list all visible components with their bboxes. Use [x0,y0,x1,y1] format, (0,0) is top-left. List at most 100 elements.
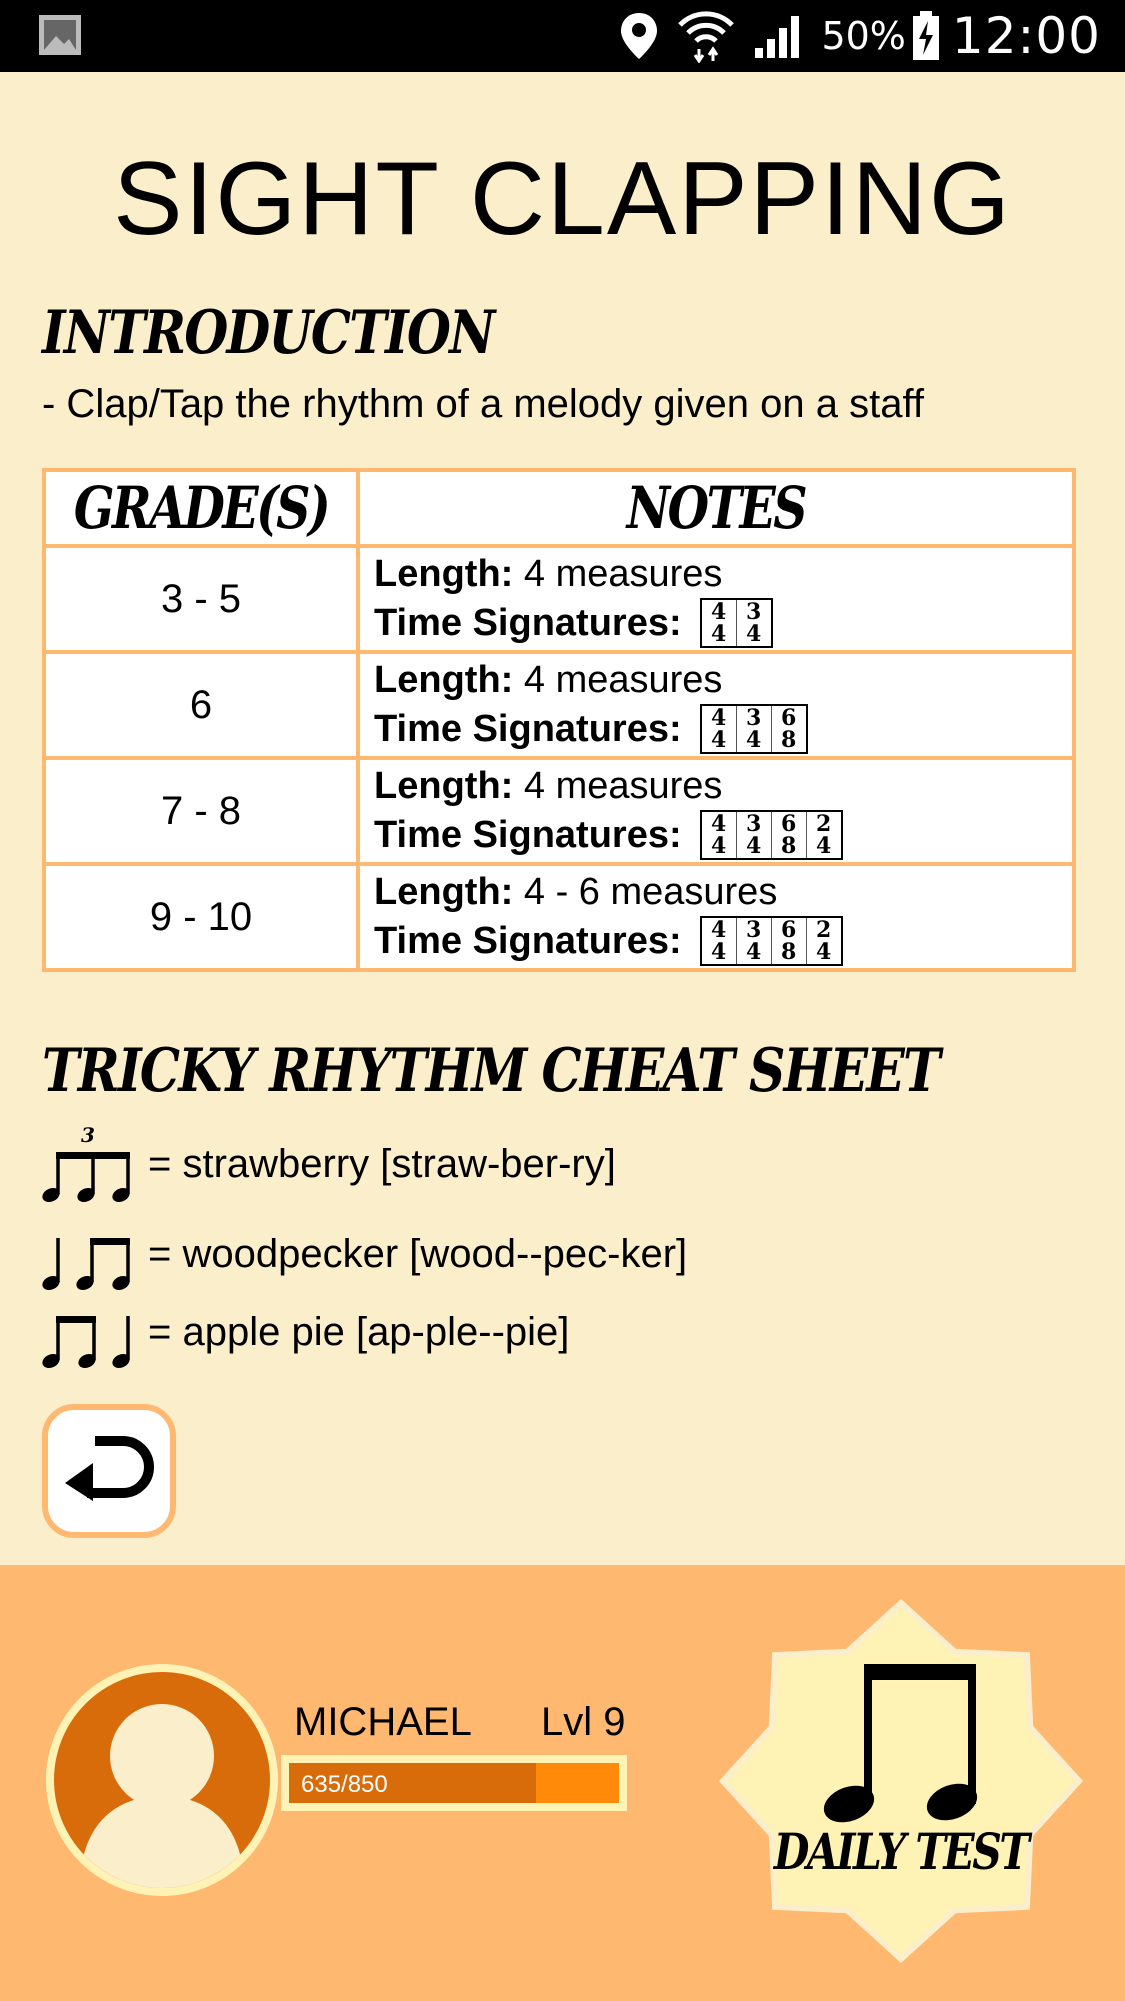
daily-test-badge [718,1598,1084,1964]
battery-icon [912,11,940,60]
time-signature-top: 6 [780,811,797,837]
daily-test-button[interactable] [718,1598,1084,1964]
length-value: 4 measures [523,765,723,807]
time-signature-bottom: 4 [815,939,832,965]
back-button[interactable] [42,1404,176,1538]
table-row: 6 Length: 4 measures Time Signatures: 4 4 3 4 6… [41,650,1076,760]
notes-cell: Length: 4 measures Time Signatures: 4 4 3 4 6 8 [356,650,1076,760]
clock: 12:00 [951,7,1101,65]
time-signature-label: Time Signatures: [374,708,682,750]
time-signature: 68 [770,811,806,859]
length-line: Length: 4 measures [374,762,1072,810]
grade-cell: 3 - 5 [41,544,361,654]
notes-column-header: NOTES [356,468,1076,548]
introduction-text: - Clap/Tap the rhythm of a melody given … [42,382,924,426]
gallery-icon [39,15,81,55]
time-signature-top: 3 [745,811,762,837]
time-signature-line: Time Signatures: 4 4 3 4 [374,598,1072,648]
time-signature-top: 2 [815,917,832,943]
time-signature: 34 [735,917,771,965]
avatar[interactable] [46,1664,278,1896]
user-silhouette-icon [80,1704,244,1888]
time-signature-bottom: 4 [745,939,762,965]
time-signature-line: Time Signatures: 4 4 3 4 6 8 [374,704,1072,754]
user-level: Lvl 9 [541,1700,626,1744]
length-label: Length: [374,871,514,913]
grades-table: GRADE(S) NOTES 3 - 5 Length: 4 measures Ti… [41,468,1076,972]
time-signature: 24 [805,812,841,858]
table-row: 7 - 8 Length: 4 measures Time Signatures: 4… [41,756,1076,866]
xp-progress-bar: 635/850 [281,1755,627,1811]
time-signature-bottom: 4 [710,833,727,859]
time-signature: 34 [735,811,771,859]
time-signature-bottom: 4 [745,621,762,647]
time-signature-label: Time Signatures: [374,814,682,856]
wifi-icon [677,11,735,63]
two-eighths-quarter-icon [42,1316,130,1369]
grade-cell: 6 [41,650,361,760]
time-signature-bottom: 4 [745,727,762,753]
time-signature: 68 [770,917,806,964]
time-signature-top: 3 [745,705,762,731]
battery-percent: 50% [821,14,906,58]
time-signature-bottom: 4 [745,833,762,859]
location-icon [619,12,659,60]
time-signature: 44 [702,706,736,752]
rhythm-text: = strawberry [straw-ber-ry] [148,1141,616,1186]
table-row: 9 - 10 Length: 4 - 6 measures Time Signatu… [41,862,1076,972]
time-signature-top: 4 [710,705,727,731]
length-label: Length: [374,553,514,595]
length-value: 4 - 6 measures [523,871,778,913]
xp-text: 635/850 [301,1771,388,1798]
time-signature-bottom: 8 [780,833,797,859]
length-line: Length: 4 measures [374,550,1072,598]
length-line: Length: 4 - 6 measures [374,868,1072,916]
notes-cell: Length: 4 measures Time Signatures: 4 4 3 4 6 8… [356,756,1076,866]
notes-cell: Length: 4 - 6 measures Time Signatures: 4 4… [356,862,1076,972]
list-item: 3 = strawberry [straw-ber-ry] [42,1124,616,1204]
table-header-row: GRADE(S) NOTES [41,468,1076,548]
time-signature-top: 4 [710,917,727,943]
length-label: Length: [374,765,514,807]
time-signature-label: Time Signatures: [374,920,682,962]
length-label: Length: [374,659,514,701]
length-value: 4 measures [523,659,723,701]
time-signatures: 443468 [699,704,808,754]
time-signature-label: Time Signatures: [374,602,682,644]
grade-cell: 7 - 8 [41,756,361,866]
time-signature-top: 4 [710,599,727,625]
back-arrow-icon [65,1436,154,1501]
triplet-number: 3 [81,1124,95,1147]
time-signature-bottom: 4 [710,621,727,647]
table-row: 3 - 5 Length: 4 measures Time Signatures: 4… [41,544,1076,654]
time-signatures: 4434 [699,598,773,648]
list-item: = apple pie [ap-ple--pie] [42,1292,569,1372]
time-signature-line: Time Signatures: 4 4 3 4 6 8 2 4 [374,810,1072,860]
time-signature-top: 6 [780,705,797,731]
time-signature-top: 4 [710,811,727,837]
time-signatures: 44346824 [699,810,843,860]
time-signature: 34 [735,600,771,647]
user-name: MICHAEL [294,1700,472,1744]
time-signature: 44 [702,600,736,646]
length-line: Length: 4 measures [374,656,1072,704]
triplet-eighths-icon: 3 [42,1124,130,1203]
time-signature-bottom: 4 [710,727,727,753]
time-signature: 44 [702,918,736,964]
cheat-sheet-heading: TRICKY RHYTHM CHEAT SHEET [42,1036,941,1106]
rhythm-text: = apple pie [ap-ple--pie] [148,1309,570,1354]
time-signature-bottom: 4 [710,939,727,965]
length-value: 4 measures [523,553,723,595]
list-item: = woodpecker [wood--pec-ker] [42,1214,687,1294]
time-signature-top: 3 [745,917,762,943]
time-signature: 44 [702,812,736,858]
time-signatures: 44346824 [699,916,843,966]
status-bar: 50% 12:00 [0,0,1125,72]
time-signature: 68 [770,705,806,753]
quarter-two-eighths-icon [42,1238,130,1291]
signal-icon [753,12,803,60]
time-signature-line: Time Signatures: 4 4 3 4 6 8 2 4 [374,916,1072,966]
time-signature-bottom: 8 [780,727,797,753]
grade-column-header: GRADE(S) [41,468,361,548]
time-signature-top: 6 [780,917,797,943]
